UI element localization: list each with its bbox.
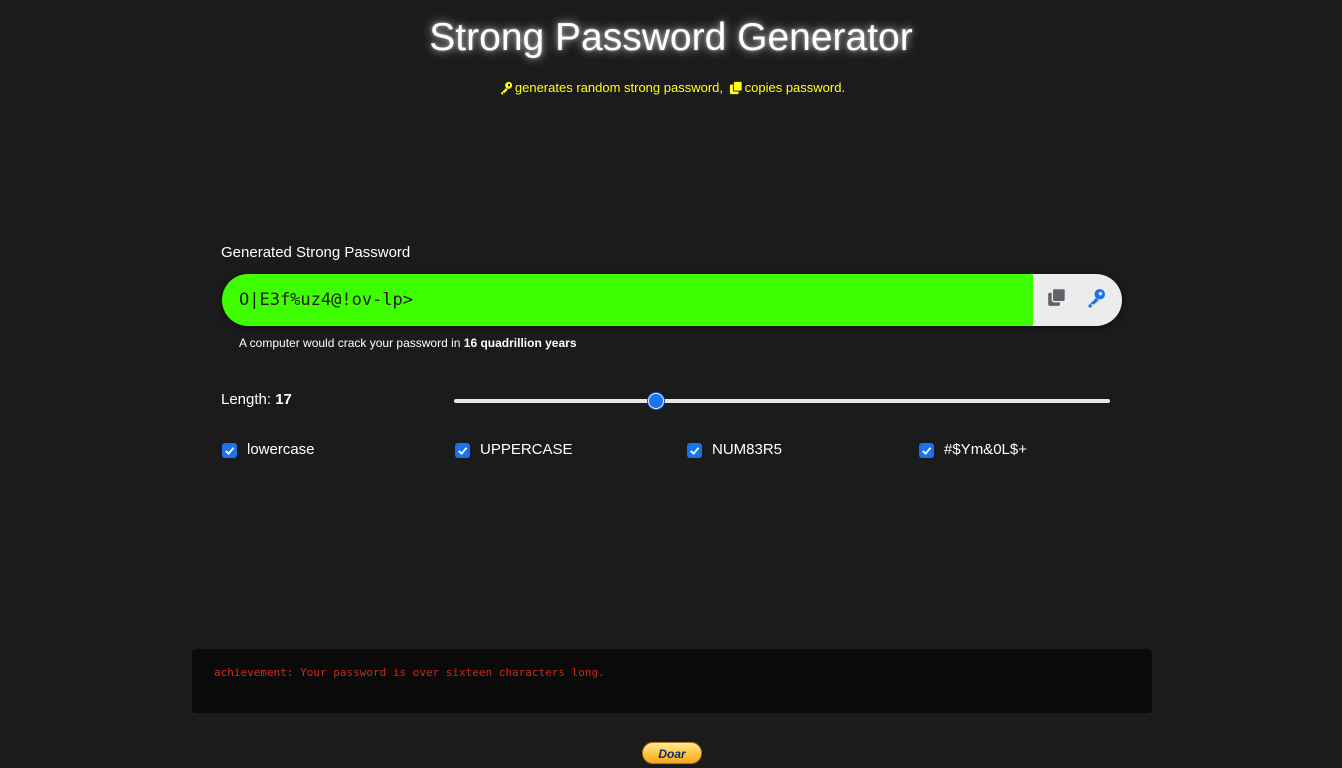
lowercase-checkbox[interactable] bbox=[222, 442, 237, 458]
length-label-text: Length: bbox=[221, 391, 272, 408]
achievement-console: achievement: Your password is over sixte… bbox=[192, 649, 1152, 713]
lowercase-label: lowercase bbox=[247, 441, 315, 458]
instructions-text-2: copies password. bbox=[744, 80, 846, 95]
instructions: generates random strong password, copies… bbox=[0, 79, 1342, 100]
symbols-checkbox[interactable] bbox=[919, 442, 934, 458]
instructions-text-1: generates random strong password, bbox=[514, 80, 724, 95]
key-icon bbox=[499, 81, 513, 100]
length-slider[interactable] bbox=[454, 392, 1110, 410]
password-field[interactable]: O|E3f%uz4@!ov-lp> bbox=[222, 274, 1033, 326]
page: Strong Password Generator generates rand… bbox=[0, 0, 1342, 768]
generate-button[interactable] bbox=[1079, 283, 1113, 317]
copy-icon bbox=[1047, 287, 1067, 312]
crack-time: A computer would crack your password in … bbox=[239, 335, 577, 352]
length-label: Length: 17 bbox=[221, 390, 292, 410]
copy-icon bbox=[729, 81, 743, 100]
slider-thumb[interactable] bbox=[648, 393, 665, 409]
symbols-label: #$Ym&0L$+ bbox=[944, 441, 1027, 458]
page-title: Strong Password Generator bbox=[429, 16, 913, 59]
option-symbols[interactable]: #$Ym&0L$+ bbox=[919, 440, 1027, 460]
copy-button[interactable] bbox=[1040, 283, 1074, 317]
option-numbers[interactable]: NUM83R5 bbox=[687, 440, 782, 460]
donate-button[interactable]: Doar bbox=[642, 742, 702, 764]
password-box: O|E3f%uz4@!ov-lp> bbox=[222, 274, 1122, 326]
numbers-checkbox[interactable] bbox=[687, 442, 702, 458]
crack-time-prefix: A computer would crack your password in bbox=[239, 336, 461, 350]
option-lowercase[interactable]: lowercase bbox=[222, 440, 315, 460]
key-icon bbox=[1086, 288, 1106, 313]
crack-time-value: 16 quadrillion years bbox=[463, 336, 577, 350]
slider-track[interactable] bbox=[454, 399, 1110, 403]
option-uppercase[interactable]: UPPERCASE bbox=[455, 440, 573, 460]
uppercase-label: UPPERCASE bbox=[480, 441, 573, 458]
console-message: Your password is over sixteen characters… bbox=[300, 666, 605, 679]
numbers-label: NUM83R5 bbox=[712, 441, 783, 458]
length-value: 17 bbox=[275, 391, 292, 408]
password-label: Generated Strong Password bbox=[221, 244, 411, 261]
console-keyword: achievement: bbox=[214, 666, 294, 679]
password-tools bbox=[1033, 274, 1122, 326]
uppercase-checkbox[interactable] bbox=[455, 442, 470, 458]
